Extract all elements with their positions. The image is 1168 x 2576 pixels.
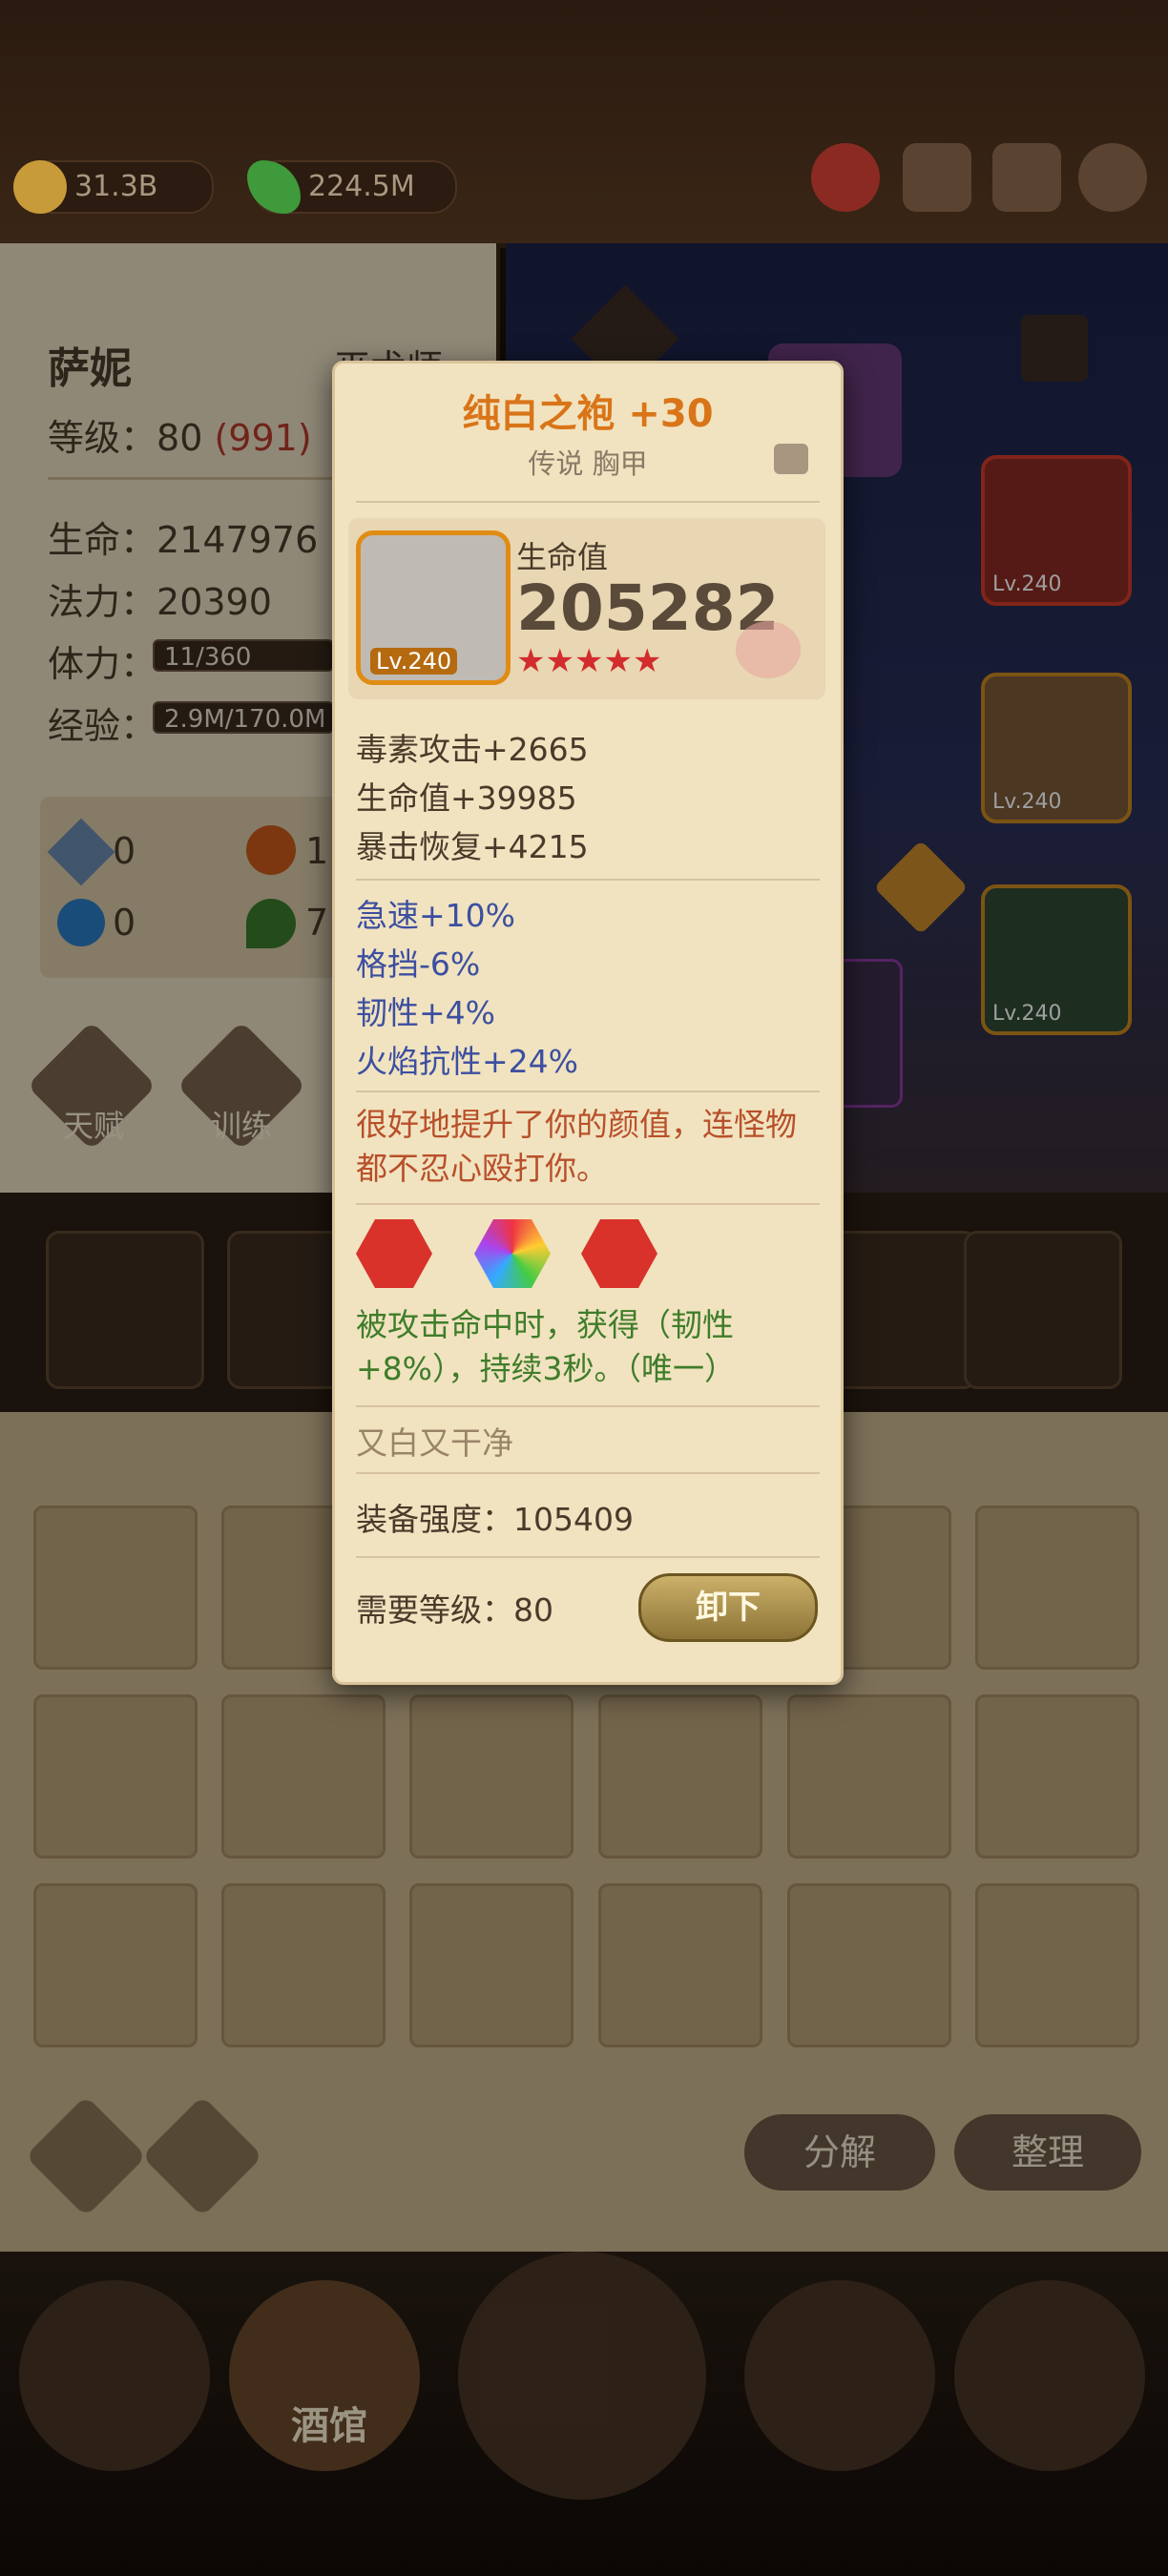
star-icon: ★ — [516, 642, 546, 680]
red-gem-icon[interactable] — [581, 1219, 657, 1288]
alert-icon[interactable] — [811, 143, 880, 212]
gold-coin-icon — [13, 160, 67, 214]
unequip-button[interactable]: 卸下 — [638, 1573, 818, 1642]
item-title: 纯白之袍 +30 — [462, 392, 714, 436]
bonus-attr: 急速+10% — [356, 897, 515, 934]
base-attr: 生命值+39985 — [356, 779, 577, 817]
star-icon: ★ — [632, 642, 662, 680]
bonus-attr: 格挡-6% — [356, 945, 481, 983]
rainbow-gem-icon[interactable] — [474, 1219, 551, 1288]
gold-resource[interactable]: 31.3B — [13, 160, 214, 214]
rarity-stars: ★★★★★ — [516, 642, 661, 680]
star-icon: ★ — [603, 642, 633, 680]
bonus-attr: 韧性+4% — [356, 994, 496, 1031]
gem-amount: 224.5M — [308, 170, 415, 203]
required-level: 需要等级：80 — [356, 1591, 553, 1629]
shirt-icon — [774, 444, 808, 474]
star-icon: ★ — [545, 642, 574, 680]
item-detail-popup: 纯白之袍 +30 传说 胸甲 Lv.240 生命值 205282 ★★★★★ 毒… — [332, 361, 844, 1685]
set-effect: 被攻击命中时，获得（韧性+8%），持续3秒。（唯一） — [356, 1306, 736, 1387]
flavor-text: 很好地提升了你的颜值，连怪物都不忍心殴打你。 — [356, 1106, 797, 1187]
settings-gear-icon[interactable] — [1078, 143, 1147, 212]
bonus-attr: 火焰抗性+24% — [356, 1043, 578, 1080]
gem-resource[interactable]: 224.5M — [247, 160, 457, 214]
chat-icon[interactable] — [903, 143, 971, 212]
item-subtitle: 传说 胸甲 — [528, 447, 648, 480]
item-portrait: Lv.240 — [356, 530, 511, 685]
base-attr: 暴击恢复+4215 — [356, 828, 589, 865]
star-icon: ★ — [574, 642, 604, 680]
mail-icon[interactable] — [992, 143, 1061, 212]
heart-icon — [736, 621, 801, 678]
base-attr: 毒素攻击+2665 — [356, 731, 589, 768]
item-level: Lv.240 — [370, 648, 458, 675]
red-gem-icon[interactable] — [356, 1219, 432, 1288]
gold-amount: 31.3B — [74, 170, 158, 203]
item-quote: 又白又干净 — [356, 1424, 513, 1462]
equipment-power: 装备强度：105409 — [356, 1501, 634, 1538]
